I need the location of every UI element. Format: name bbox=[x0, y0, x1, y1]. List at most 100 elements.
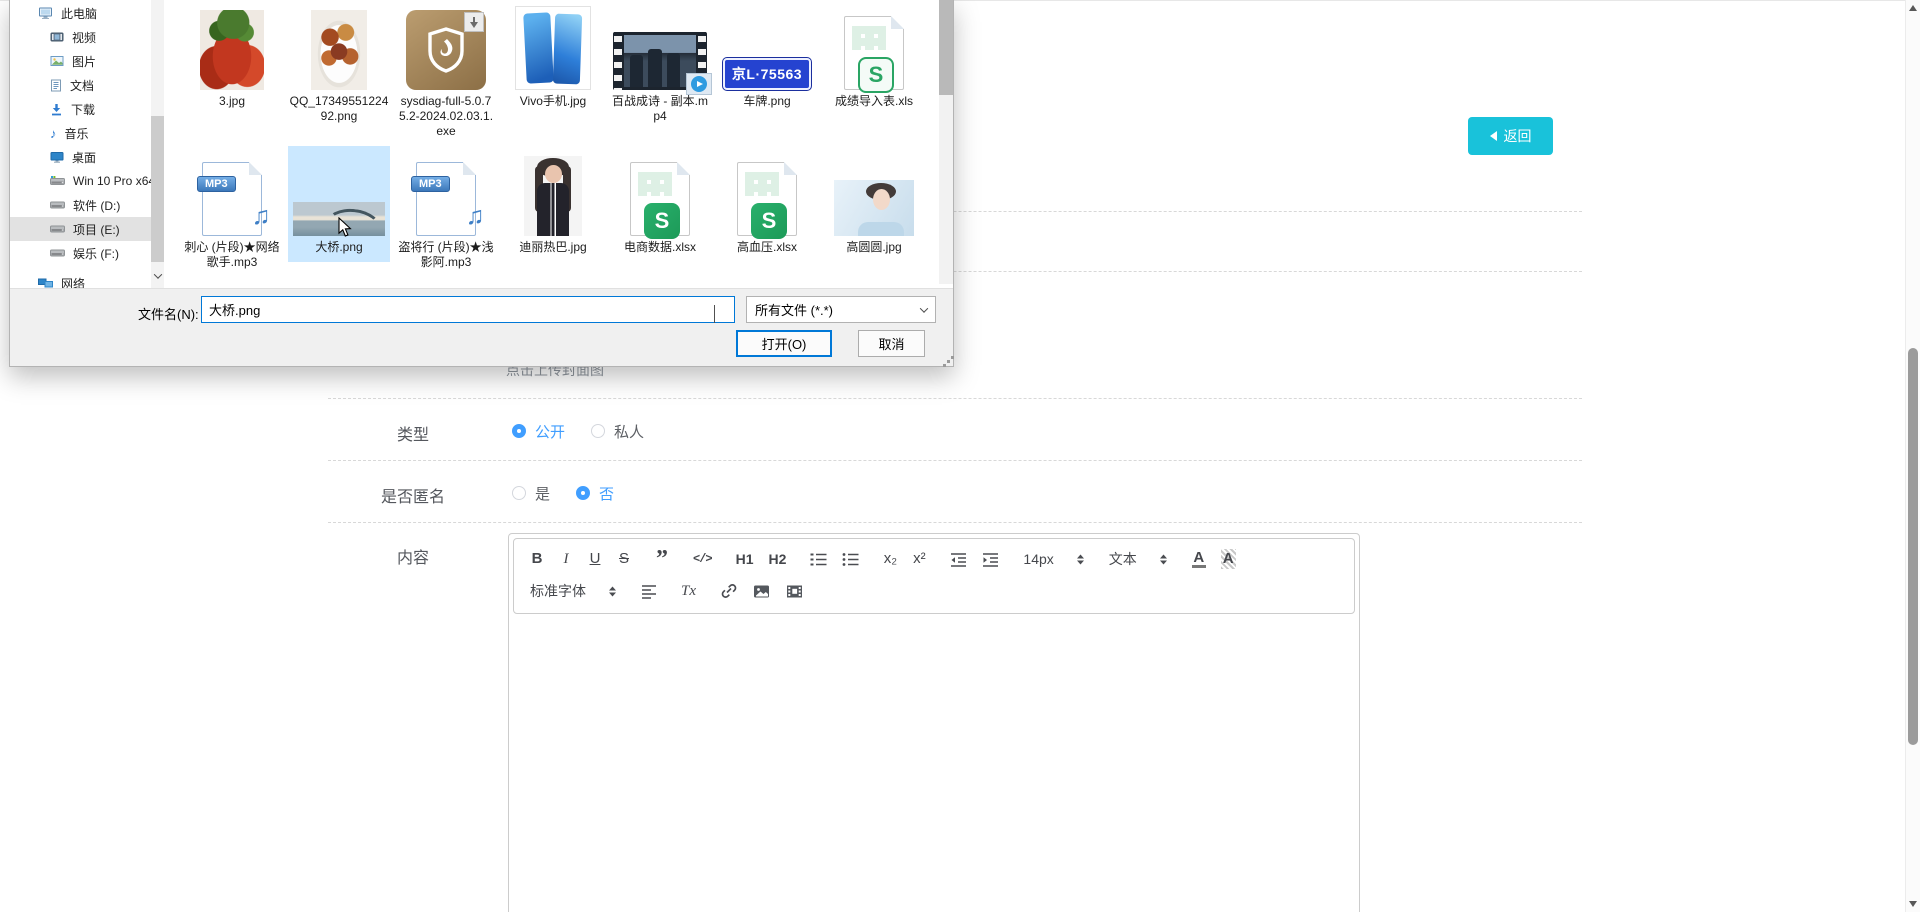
strikethrough-button[interactable]: S bbox=[617, 549, 631, 569]
nav-item-drive-e-selected[interactable]: 项目 (E:) bbox=[10, 217, 151, 241]
mp3-badge: MP3 bbox=[197, 176, 236, 192]
photo-thumbnail bbox=[524, 156, 582, 236]
file-item[interactable]: 百战成诗 - 副本.mp4 bbox=[609, 0, 712, 124]
radio-option-yes[interactable]: 是 bbox=[512, 483, 550, 504]
align-icon[interactable] bbox=[641, 584, 657, 599]
radio-label[interactable]: 私人 bbox=[614, 421, 644, 442]
link-icon[interactable] bbox=[720, 583, 738, 599]
rich-text-editor: B I U S ” </> H1 H2 x₂ x² 14px 文本 A A 标准… bbox=[508, 533, 1360, 912]
editor-content-area[interactable] bbox=[509, 618, 1359, 912]
italic-button[interactable]: I bbox=[559, 549, 573, 569]
nav-item-label: 项目 (E:) bbox=[73, 222, 120, 237]
font-size-select[interactable]: 14px bbox=[1023, 551, 1084, 567]
bullet-list-icon[interactable] bbox=[842, 552, 859, 567]
scroll-down-icon[interactable] bbox=[1909, 901, 1917, 907]
file-item[interactable]: 京L·75563 车牌.png bbox=[716, 0, 818, 109]
type-label: 类型 bbox=[396, 427, 429, 444]
nav-item-drive-d[interactable]: 软件 (D:) bbox=[10, 193, 151, 217]
nav-item-documents[interactable]: 文档 bbox=[10, 73, 151, 97]
nav-item-pictures[interactable]: 图片 bbox=[10, 49, 151, 73]
radio-label[interactable]: 是 bbox=[535, 483, 550, 504]
nav-item-win10-drive[interactable]: Win 10 Pro x64 bbox=[10, 169, 155, 193]
music-note-icon: ♫ bbox=[251, 202, 271, 230]
file-item[interactable]: sysdiag-full-5.0.75.2-2024.02.03.1.exe bbox=[395, 0, 497, 139]
heading1-button[interactable]: H1 bbox=[736, 549, 754, 569]
filename-input[interactable] bbox=[201, 296, 735, 323]
nav-item-label: 视频 bbox=[72, 30, 97, 45]
video-thumbnail bbox=[613, 32, 712, 95]
radio-icon[interactable] bbox=[512, 424, 526, 438]
content-label: 内容 bbox=[396, 550, 429, 567]
nav-scrollbar[interactable] bbox=[151, 0, 164, 288]
nav-scroll-down-button[interactable] bbox=[151, 266, 164, 286]
radio-icon[interactable] bbox=[591, 424, 606, 438]
radio-option-public[interactable]: 公开 bbox=[512, 421, 565, 442]
code-button[interactable]: </> bbox=[693, 549, 713, 569]
radio-option-private[interactable]: 私人 bbox=[591, 421, 644, 442]
superscript-button[interactable]: x² bbox=[912, 549, 926, 569]
clear-format-button[interactable]: Tx bbox=[681, 581, 696, 601]
documents-icon bbox=[50, 79, 62, 92]
file-item[interactable]: 3.jpg bbox=[181, 0, 283, 109]
indent-icon[interactable] bbox=[982, 552, 999, 567]
radio-label[interactable]: 公开 bbox=[535, 421, 565, 442]
subscript-button[interactable]: x₂ bbox=[883, 549, 897, 569]
chevron-down-icon[interactable] bbox=[714, 305, 715, 323]
radio-icon[interactable] bbox=[576, 486, 591, 500]
drive-icon bbox=[50, 201, 65, 209]
file-name: 高血压.xlsx bbox=[736, 240, 797, 254]
outdent-icon[interactable] bbox=[950, 552, 967, 567]
nav-item-label: 文档 bbox=[70, 78, 95, 93]
nav-item-desktop[interactable]: 桌面 bbox=[10, 145, 151, 169]
file-name: 百战成诗 - 副本.mp4 bbox=[612, 94, 708, 123]
open-button[interactable]: 打开(O) bbox=[736, 330, 832, 357]
text-style-select[interactable]: 文本 bbox=[1109, 549, 1168, 569]
file-list-scrollbar-thumb[interactable] bbox=[939, 0, 953, 95]
page-scrollbar-thumb[interactable] bbox=[1908, 348, 1918, 745]
file-type-select[interactable]: 所有文件 (*.*) bbox=[746, 296, 936, 323]
bold-button[interactable]: B bbox=[530, 549, 544, 569]
insert-image-icon[interactable] bbox=[753, 584, 771, 599]
cancel-button[interactable]: 取消 bbox=[858, 330, 925, 357]
radio-label[interactable]: 否 bbox=[599, 483, 614, 504]
file-item[interactable]: 迪丽热巴.jpg bbox=[502, 146, 604, 255]
file-type-value: 所有文件 (*.*) bbox=[755, 303, 834, 318]
page-scrollbar[interactable] bbox=[1905, 0, 1920, 912]
file-item[interactable]: MP3 ♫ 刺心 (片段)★网络歌手.mp3 bbox=[181, 146, 283, 270]
underline-button[interactable]: U bbox=[588, 549, 602, 569]
insert-video-icon[interactable] bbox=[786, 584, 804, 599]
nav-item-videos[interactable]: 视频 bbox=[10, 25, 151, 49]
updown-icon bbox=[1159, 554, 1167, 564]
desktop-icon bbox=[50, 151, 64, 163]
file-item[interactable]: MP3 ♫ 盗将行 (片段)★浅影阿.mp3 bbox=[395, 146, 497, 270]
file-list-scrollbar[interactable] bbox=[939, 0, 953, 284]
file-item-selected[interactable]: 大桥.png bbox=[288, 146, 390, 262]
ordered-list-icon[interactable] bbox=[810, 552, 827, 567]
blockquote-button[interactable]: ” bbox=[655, 547, 669, 571]
heading2-button[interactable]: H2 bbox=[769, 549, 787, 569]
nav-scrollbar-thumb[interactable] bbox=[151, 116, 164, 262]
font-color-button[interactable]: A bbox=[1191, 550, 1206, 568]
nav-item-music[interactable]: ♪ 音乐 bbox=[10, 121, 151, 145]
xlsx-file-icon: S bbox=[737, 162, 797, 239]
font-family-select[interactable]: 标准字体 bbox=[530, 581, 617, 601]
file-item[interactable]: S 成绩导入表.xls bbox=[823, 0, 925, 109]
nav-item-this-pc[interactable]: 此电脑 bbox=[10, 1, 151, 25]
toolbar-row-2: 标准字体 Tx bbox=[520, 575, 1348, 607]
radio-option-no[interactable]: 否 bbox=[576, 483, 614, 504]
highlight-color-button[interactable]: A bbox=[1220, 549, 1236, 569]
scroll-up-icon[interactable] bbox=[1909, 5, 1917, 11]
file-item[interactable]: QQ_1734955122492.png bbox=[288, 0, 390, 124]
resize-grip[interactable] bbox=[947, 360, 950, 363]
nav-item-label: 娱乐 (F:) bbox=[73, 246, 119, 261]
file-item[interactable]: S 高血压.xlsx bbox=[716, 146, 818, 255]
file-item[interactable]: S 电商数据.xlsx bbox=[609, 146, 711, 255]
file-name: 高圆圆.jpg bbox=[846, 240, 902, 254]
back-button[interactable]: 返回 bbox=[1468, 117, 1553, 155]
photo-thumbnail bbox=[311, 10, 367, 90]
radio-icon[interactable] bbox=[512, 486, 526, 500]
nav-item-drive-f[interactable]: 娱乐 (F:) bbox=[10, 241, 151, 265]
nav-item-downloads[interactable]: 下载 bbox=[10, 97, 151, 121]
file-item[interactable]: 高圆圆.jpg bbox=[823, 146, 925, 255]
file-item[interactable]: Vivo手机.jpg bbox=[502, 0, 604, 109]
